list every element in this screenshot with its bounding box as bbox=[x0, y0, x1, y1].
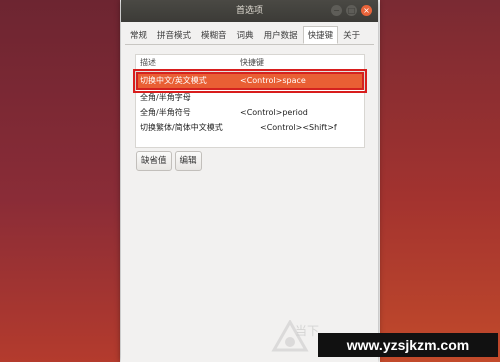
watermark-site-text: www.yzsjkzm.com bbox=[318, 333, 498, 357]
tab-dictionary[interactable]: 词典 bbox=[232, 26, 259, 44]
button-row: 缺省值 编辑 bbox=[136, 151, 202, 171]
window-title: 首选项 bbox=[235, 6, 263, 16]
row-description: 切换繁体/简体中文模式 bbox=[140, 123, 223, 132]
row-description: 全角/半角字母 bbox=[140, 93, 191, 102]
maximize-icon[interactable]: □ bbox=[346, 5, 357, 16]
table-header: 描述 快捷键 bbox=[136, 55, 364, 72]
default-button[interactable]: 缺省值 bbox=[136, 151, 172, 171]
desktop-background-right bbox=[380, 0, 500, 362]
row-shortcut: <Control>period bbox=[240, 108, 308, 117]
table-row[interactable]: 全角/半角字母 bbox=[136, 90, 364, 105]
edit-button[interactable]: 编辑 bbox=[174, 151, 202, 171]
tab-bar: 常规 拼音模式 模糊音 词典 用户数据 快捷键 关于 bbox=[125, 26, 374, 45]
table-row[interactable]: 切换繁体/简体中文模式 <Control><Shift>f bbox=[136, 120, 364, 135]
table-row[interactable]: 全角/半角符号 <Control>period bbox=[136, 105, 364, 120]
row-description: 切换中文/英文模式 bbox=[140, 76, 207, 85]
row-shortcut: <Control><Shift>f bbox=[260, 123, 337, 132]
tab-pinyin-mode[interactable]: 拼音模式 bbox=[152, 26, 196, 44]
title-bar[interactable]: 首选项 − □ × bbox=[121, 0, 378, 22]
row-description: 全角/半角符号 bbox=[140, 108, 191, 117]
column-header-shortcut[interactable]: 快捷键 bbox=[240, 55, 364, 71]
shortcut-table: 描述 快捷键 切换中文/英文模式 <Control>space 全角/半角字母 … bbox=[133, 54, 367, 148]
table-row[interactable]: 切换中文/英文模式 <Control>space bbox=[133, 69, 367, 93]
tab-general[interactable]: 常规 bbox=[125, 26, 152, 44]
tab-shortcuts[interactable]: 快捷键 bbox=[302, 26, 339, 44]
watermark-faint-text: 当下 bbox=[295, 324, 320, 338]
tab-user-data[interactable]: 用户数据 bbox=[259, 26, 303, 44]
minimize-icon[interactable]: − bbox=[331, 5, 342, 16]
tab-about[interactable]: 关于 bbox=[338, 26, 365, 44]
column-header-description[interactable]: 描述 bbox=[136, 55, 240, 71]
window-controls: − □ × bbox=[331, 5, 372, 16]
preferences-window: 首选项 − □ × 常规 拼音模式 模糊音 词典 用户数据 快捷键 关于 描述 … bbox=[121, 0, 378, 362]
desktop-background-left bbox=[0, 0, 120, 362]
row-shortcut bbox=[240, 90, 364, 105]
row-shortcut: <Control>space bbox=[240, 76, 306, 85]
tab-fuzzy[interactable]: 模糊音 bbox=[196, 26, 232, 44]
close-icon[interactable]: × bbox=[361, 5, 372, 16]
